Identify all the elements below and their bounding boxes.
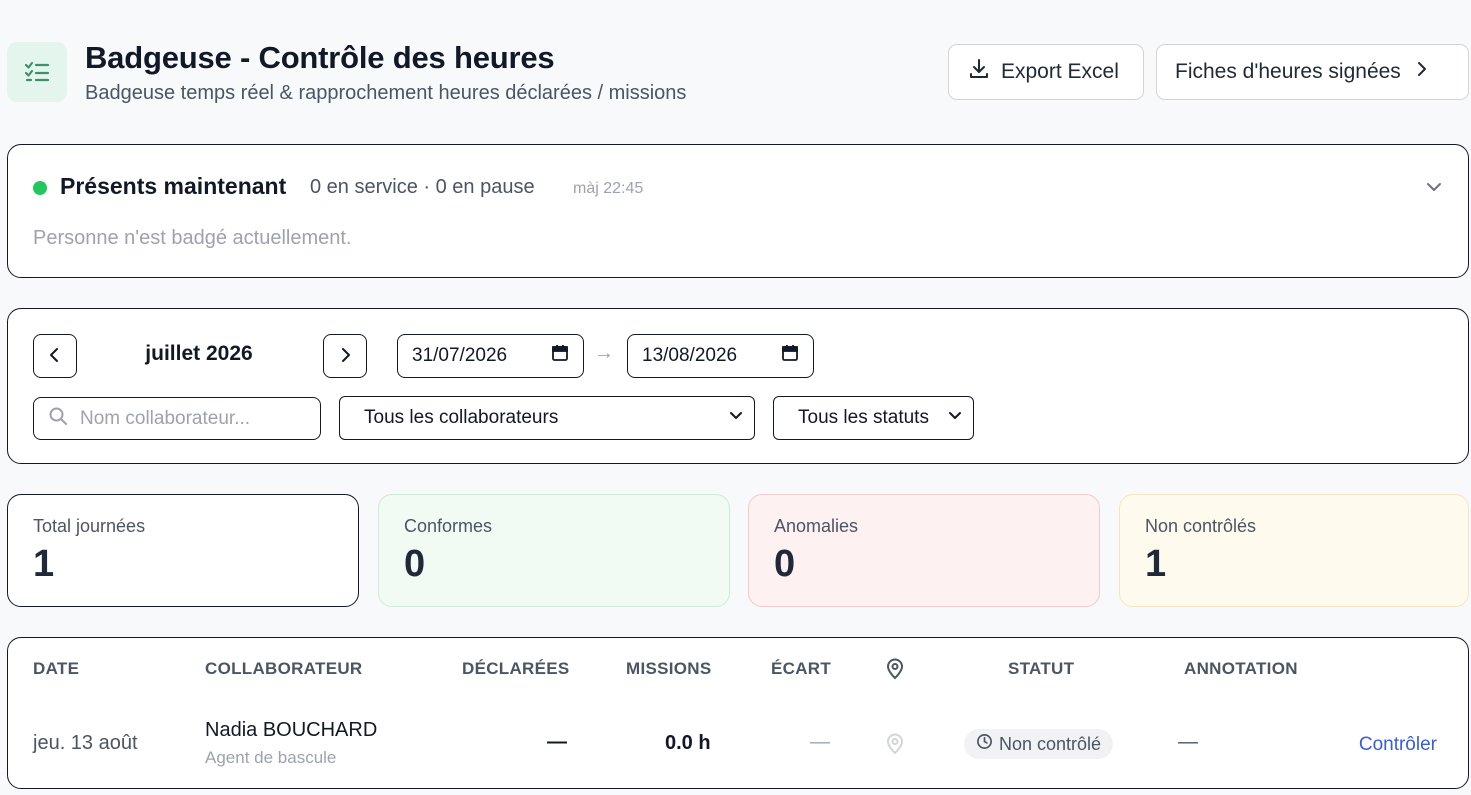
collaborator-search-input[interactable]	[80, 407, 300, 430]
stat-anomalies-label: Anomalies	[774, 516, 859, 536]
status-badge: Non contrôlé	[964, 729, 1114, 759]
row-collaborator-role: Agent de bascule	[205, 748, 337, 767]
date-to-value: 13/08/2026	[642, 345, 738, 366]
chevron-down-icon	[947, 407, 963, 429]
row-collaborator-name: Nadia BOUCHARD	[205, 719, 378, 741]
date-to-input[interactable]: 13/08/2026	[627, 334, 814, 378]
present-now-counts: 0 en service · 0 en pause	[310, 176, 535, 198]
chevron-left-icon	[46, 346, 64, 367]
search-icon	[48, 406, 68, 431]
stat-total-days[interactable]: Total journées 1	[7, 494, 359, 607]
next-month-button[interactable]	[323, 334, 367, 378]
stat-unchecked-value: 1	[1145, 543, 1167, 585]
checklist-icon	[7, 42, 67, 102]
column-header-declared[interactable]: DÉCLARÉES	[462, 659, 570, 679]
column-header-gap[interactable]: ÉCART	[771, 659, 831, 679]
column-header-date[interactable]: DATE	[33, 659, 79, 679]
present-now-updated: màj 22:45	[573, 180, 644, 197]
signed-timesheets-label: Fiches d'heures signées	[1175, 60, 1401, 83]
page-title: Badgeuse - Contrôle des heures	[85, 40, 555, 75]
present-now-panel: Présents maintenant 0 en service · 0 en …	[7, 144, 1469, 278]
status-select[interactable]: Tous les statuts	[773, 396, 974, 440]
date-range-arrow: →	[594, 342, 614, 364]
live-status-dot	[33, 181, 47, 195]
row-date: jeu. 13 août	[33, 732, 138, 754]
chevron-right-icon	[1411, 59, 1431, 85]
date-from-value: 31/07/2026	[412, 345, 508, 366]
clock-icon	[976, 733, 993, 755]
row-missions: 0.0 h	[665, 732, 711, 754]
column-header-annotation[interactable]: ANNOTATION	[1184, 659, 1298, 679]
export-excel-button[interactable]: Export Excel	[948, 44, 1144, 100]
stat-compliant-value: 0	[404, 543, 426, 585]
timesheet-table: DATE COLLABORATEUR DÉCLARÉES MISSIONS ÉC…	[7, 637, 1469, 789]
stat-compliant[interactable]: Conformes 0	[378, 494, 730, 607]
previous-month-button[interactable]	[33, 334, 77, 378]
chevron-down-icon[interactable]	[1424, 177, 1444, 202]
stat-total-value: 1	[33, 543, 55, 585]
row-gap: —	[810, 731, 830, 753]
calendar-icon[interactable]	[551, 344, 569, 368]
collaborator-search[interactable]	[33, 397, 321, 440]
column-header-status[interactable]: STATUT	[1008, 659, 1074, 679]
column-header-collaborator[interactable]: COLLABORATEUR	[205, 659, 363, 679]
collaborators-select-value: Tous les collaborateurs	[364, 407, 559, 428]
export-excel-label: Export Excel	[1001, 60, 1119, 83]
page-header: Badgeuse - Contrôle des heures Badgeuse …	[7, 40, 1469, 104]
stat-anomalies[interactable]: Anomalies 0	[748, 494, 1100, 607]
location-pin-icon	[885, 658, 905, 685]
page-subtitle: Badgeuse temps réel & rapprochement heur…	[85, 82, 687, 104]
date-from-input[interactable]: 31/07/2026	[397, 334, 584, 378]
filters-panel: juillet 2026 31/07/2026 → 13/08/2026 Tou…	[7, 308, 1469, 464]
download-icon	[967, 57, 991, 87]
status-select-value: Tous les statuts	[798, 407, 929, 428]
stat-total-label: Total journées	[33, 516, 146, 536]
chevron-down-icon	[728, 407, 744, 429]
control-link[interactable]: Contrôler	[1359, 734, 1437, 756]
present-now-empty-message: Personne n'est badgé actuellement.	[33, 227, 352, 249]
current-month: juillet 2026	[145, 342, 253, 365]
row-annotation: —	[1178, 731, 1198, 753]
present-now-title: Présents maintenant	[60, 173, 287, 199]
row-declared: —	[547, 731, 567, 753]
stat-compliant-label: Conformes	[404, 516, 493, 536]
stat-unchecked-label: Non contrôlés	[1145, 516, 1257, 536]
collaborators-select[interactable]: Tous les collaborateurs	[339, 396, 755, 440]
column-header-missions[interactable]: MISSIONS	[626, 659, 712, 679]
calendar-icon[interactable]	[781, 344, 799, 368]
stat-unchecked[interactable]: Non contrôlés 1	[1119, 494, 1469, 607]
location-pin-icon	[885, 733, 905, 760]
stat-anomalies-value: 0	[774, 543, 796, 585]
status-badge-label: Non contrôlé	[999, 733, 1102, 754]
signed-timesheets-button[interactable]: Fiches d'heures signées	[1156, 44, 1469, 100]
chevron-right-icon	[336, 346, 354, 367]
